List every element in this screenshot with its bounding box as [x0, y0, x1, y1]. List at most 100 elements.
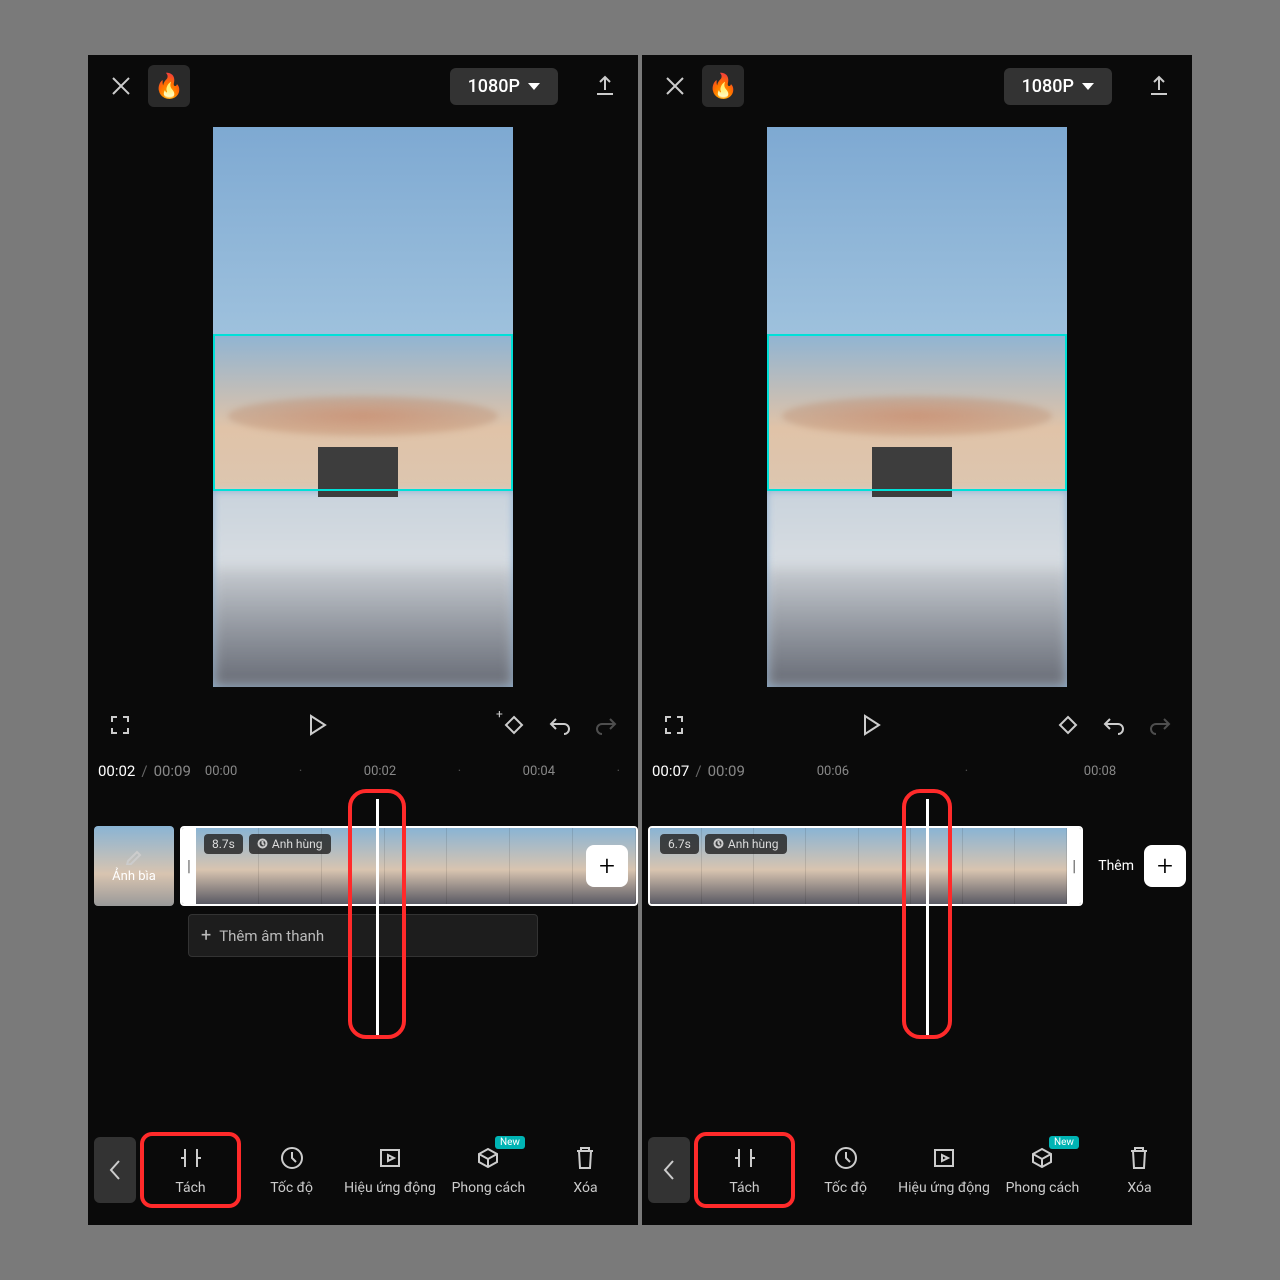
time-separator: / — [695, 762, 701, 780]
resolution-selector[interactable]: 1080P — [1004, 68, 1112, 105]
fullscreen-icon[interactable] — [660, 711, 688, 739]
back-button[interactable] — [94, 1137, 136, 1203]
tool-label: Hiệu ứng động — [898, 1180, 990, 1196]
back-button[interactable] — [648, 1137, 690, 1203]
add-clip-button[interactable]: + — [1144, 845, 1186, 887]
time-total: 00:09 — [154, 762, 191, 780]
clip-duration-pill: 8.7s — [204, 834, 243, 854]
ruler-tick: 00:04 — [523, 764, 555, 779]
animation-icon — [930, 1144, 958, 1172]
tool-style[interactable]: New Phong cách — [996, 1136, 1089, 1204]
split-icon — [731, 1144, 759, 1172]
export-icon[interactable] — [590, 71, 620, 101]
fullscreen-icon[interactable] — [106, 711, 134, 739]
ruler-tick: 00:06 — [817, 764, 849, 779]
clip-duration-pill: 6.7s — [660, 834, 699, 854]
tool-animation[interactable]: Hiệu ứng động — [896, 1136, 992, 1204]
ruler: 00:00 00:02 00:04 — [197, 764, 628, 779]
time-total: 00:09 — [708, 762, 745, 780]
play-icon[interactable] — [303, 711, 331, 739]
plus-icon: + — [201, 925, 211, 946]
tool-label: Phong cách — [1006, 1180, 1080, 1196]
tool-label: Xóa — [573, 1180, 597, 1196]
preview-canvas[interactable] — [767, 127, 1067, 687]
speed-icon — [278, 1144, 306, 1172]
clip-tag-pill: Anh hùng — [705, 834, 787, 854]
animation-icon — [376, 1144, 404, 1172]
top-bar: 🔥 1080P — [642, 55, 1192, 117]
split-icon — [177, 1144, 205, 1172]
clip-overlay: 6.7s Anh hùng — [660, 834, 787, 854]
tool-label: Tốc độ — [824, 1180, 867, 1196]
player-controls — [642, 697, 1192, 753]
preview-area — [642, 117, 1192, 697]
play-icon[interactable] — [857, 711, 885, 739]
ruler-tick: 00:02 — [364, 764, 396, 779]
speed-icon — [832, 1144, 860, 1172]
chevron-down-icon — [1082, 83, 1094, 90]
export-icon[interactable] — [1144, 71, 1174, 101]
tool-label: Tách — [729, 1180, 759, 1196]
player-controls: + — [88, 697, 638, 753]
audio-track: + Thêm âm thanh — [188, 914, 538, 957]
undo-icon[interactable] — [546, 711, 574, 739]
tool-style[interactable]: New Phong cách — [442, 1136, 535, 1204]
ruler-tick: 00:08 — [1084, 764, 1116, 779]
chevron-down-icon — [528, 83, 540, 90]
bottom-toolbar: Tách Tốc độ Hiệu ứng động New Phong các — [642, 1115, 1192, 1225]
top-bar: 🔥 1080P — [88, 55, 638, 117]
video-track: | 6.7s Anh hùng Thêm + — [642, 823, 1192, 908]
editor-screen-right: 🔥 1080P — [642, 55, 1192, 1225]
video-clip[interactable]: | 8.7s Anh hùng + — [180, 826, 638, 906]
tool-split[interactable]: Tách — [694, 1132, 795, 1208]
cover-label: Ảnh bìa — [112, 869, 156, 884]
ruler: 00:06 00:08 — [751, 764, 1182, 779]
tool-speed[interactable]: Tốc độ — [245, 1136, 338, 1204]
tool-label: Tách — [175, 1180, 205, 1196]
resolution-label: 1080P — [1022, 76, 1074, 97]
clip-tag-pill: Anh hùng — [249, 834, 331, 854]
ruler-dot — [617, 764, 620, 779]
editor-screen-left: 🔥 1080P — [88, 55, 638, 1225]
timeline[interactable]: Ảnh bìa | 8.7s Anh hùng — [88, 789, 638, 1049]
flame-icon[interactable]: 🔥 — [702, 65, 744, 107]
preview-area — [88, 117, 638, 697]
undo-icon[interactable] — [1100, 711, 1128, 739]
keyframe-icon[interactable] — [1054, 711, 1082, 739]
preview-canvas[interactable] — [213, 127, 513, 687]
resolution-selector[interactable]: 1080P — [450, 68, 558, 105]
time-bar: 00:02 / 00:09 00:00 00:02 00:04 — [88, 753, 638, 789]
new-badge: New — [1049, 1136, 1079, 1149]
clip-overlay: 8.7s Anh hùng — [204, 834, 331, 854]
clip-handle-left[interactable]: | — [182, 828, 196, 904]
close-icon[interactable] — [106, 71, 136, 101]
add-cover-label: Thêm — [1098, 858, 1134, 874]
cover-button[interactable]: Ảnh bìa — [94, 826, 174, 906]
time-current: 00:02 — [98, 762, 135, 780]
resolution-label: 1080P — [468, 76, 520, 97]
tool-label: Xóa — [1127, 1180, 1151, 1196]
ruler-dot — [458, 764, 461, 779]
tool-speed[interactable]: Tốc độ — [799, 1136, 892, 1204]
flame-icon[interactable]: 🔥 — [148, 65, 190, 107]
video-clip[interactable]: | 6.7s Anh hùng — [648, 826, 1083, 906]
time-separator: / — [141, 762, 147, 780]
tool-delete[interactable]: Xóa — [539, 1136, 632, 1204]
tool-label: Phong cách — [452, 1180, 526, 1196]
tool-animation[interactable]: Hiệu ứng động — [342, 1136, 438, 1204]
tool-delete[interactable]: Xóa — [1093, 1136, 1186, 1204]
add-audio-button[interactable]: + Thêm âm thanh — [188, 914, 538, 957]
time-bar: 00:07 / 00:09 00:06 00:08 — [642, 753, 1192, 789]
close-icon[interactable] — [660, 71, 690, 101]
time-current: 00:07 — [652, 762, 689, 780]
redo-icon — [1146, 711, 1174, 739]
delete-icon — [571, 1144, 599, 1172]
tool-split[interactable]: Tách — [140, 1132, 241, 1208]
clip-handle-right[interactable]: | — [1067, 828, 1081, 904]
add-audio-label: Thêm âm thanh — [219, 927, 324, 945]
keyframe-icon[interactable]: + — [500, 711, 528, 739]
ruler-dot — [299, 764, 302, 779]
tool-label: Hiệu ứng động — [344, 1180, 436, 1196]
timeline[interactable]: | 6.7s Anh hùng Thêm + — [642, 789, 1192, 1049]
add-clip-button[interactable]: + — [586, 845, 628, 887]
